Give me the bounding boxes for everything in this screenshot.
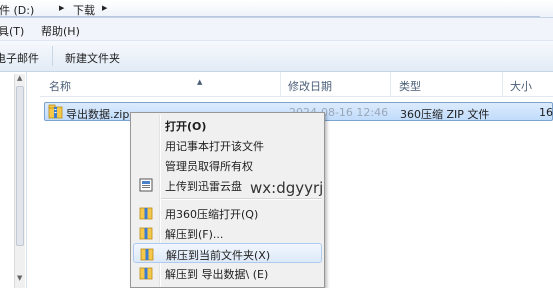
context-menu: 打开(O) 用记事本打开该文件 管理员取得所有权 上传到迅雷云盘 用360压缩打… [130,112,325,288]
command-bar: 电子邮件 新建文件夹 [0,41,553,72]
scroll-down-icon[interactable]: ▼ [17,274,22,282]
column-header: ▲ 名称 修改日期 类型 大小 [40,72,553,97]
menu-separator [161,198,322,200]
file-size: 16 [539,106,553,119]
column-divider[interactable] [390,72,391,96]
column-size[interactable]: 大小 [510,78,532,94]
breadcrumb-drive[interactable]: 文件 (D:) [0,2,34,18]
menu-item-extract-here[interactable]: 解压到当前文件夹(X) [133,243,322,263]
360zip-icon [139,227,153,240]
menu-bar: 具(T) 帮助(H) [0,18,553,41]
menu-item-extract-to[interactable]: 解压到(F)... [133,223,322,243]
column-divider[interactable] [280,72,281,96]
email-button[interactable]: 电子邮件 [0,50,39,66]
360zip-icon [139,267,153,280]
column-name[interactable]: 名称 [49,78,71,94]
menu-item-open-with-notepad[interactable]: 用记事本打开该文件 [133,135,322,155]
toolbar-divider [52,46,53,66]
watermark-text: wx:dgyyrj [250,179,324,197]
breadcrumb-folder[interactable]: 下载 [73,2,95,18]
breadcrumb-chevron-icon[interactable]: ▶ [59,4,64,12]
column-modified[interactable]: 修改日期 [288,78,332,94]
sort-ascending-icon: ▲ [197,78,203,86]
360zip-icon [140,248,154,261]
menu-item-open[interactable]: 打开(O) [133,115,322,135]
column-divider[interactable] [502,72,503,96]
address-bar[interactable]: 文件 (D:) ▶ 下载 ▶ [0,0,553,18]
scroll-up-icon[interactable]: ▲ [17,74,22,82]
menu-item-extract-to-folder[interactable]: 解压到 导出数据\ (E) [133,263,322,283]
360zip-icon [139,207,153,220]
nav-scrollbar[interactable]: ▲ ▼ [14,74,25,288]
breadcrumb-chevron-icon[interactable]: ▶ [102,4,107,12]
menu-item-open-with-360zip[interactable]: 用360压缩打开(Q) [133,203,322,223]
xunlei-cloud-icon [139,178,153,192]
zip-archive-icon [48,104,63,119]
scrollbar-thumb[interactable] [16,86,24,246]
file-name[interactable]: 导出数据.zip [66,106,129,122]
column-type[interactable]: 类型 [399,78,421,94]
menu-help[interactable]: 帮助(H) [41,23,80,39]
new-folder-button[interactable]: 新建文件夹 [65,50,120,66]
menu-tools[interactable]: 具(T) [0,23,24,39]
file-type: 360压缩 ZIP 文件 [400,108,490,121]
menu-item-take-ownership[interactable]: 管理员取得所有权 [133,155,322,175]
